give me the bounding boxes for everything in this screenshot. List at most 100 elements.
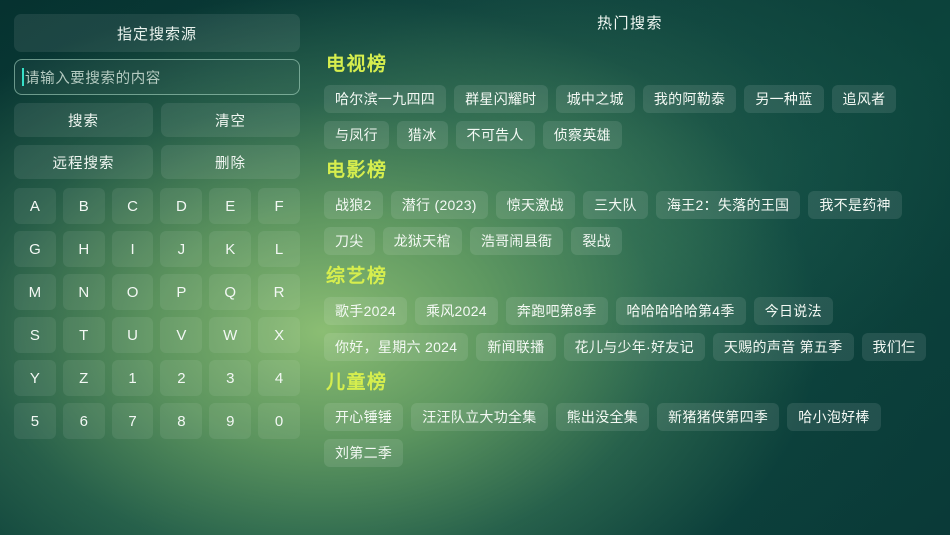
ranking-chip[interactable]: 与凤行 (324, 121, 389, 149)
remote-search-button[interactable]: 远程搜索 (14, 145, 153, 179)
ranking-chip[interactable]: 刘第二季 (324, 439, 404, 467)
key-w[interactable]: W (209, 317, 252, 353)
ranking-chip[interactable]: 新闻联播 (476, 333, 556, 361)
key-0[interactable]: 0 (258, 403, 300, 439)
key-label: U (127, 326, 138, 344)
ranking-chip[interactable]: 我们仨 (861, 333, 927, 361)
key-c[interactable]: C (111, 188, 154, 224)
key-b[interactable]: B (62, 188, 105, 224)
key-label: V (176, 326, 187, 344)
key-j[interactable]: J (160, 231, 203, 267)
ranking-section: 电视榜哈尔滨一九四四 群星闪耀时 城中之城 我的阿勒泰 另一种蓝 追风者与凤行 猎冰 不可告人… (318, 49, 942, 149)
search-panel: 指定搜索源 请输入要搜索的内容 搜索 清空 远程搜索 删除 A B C D E F G H I J… (14, 14, 300, 439)
key-label: 8 (177, 412, 186, 430)
key-q[interactable]: Q (209, 274, 252, 310)
key-m[interactable]: M (14, 274, 56, 310)
ranking-chip[interactable]: 追风者 (831, 85, 897, 113)
ranking-chip[interactable]: 三大队 (582, 191, 648, 219)
key-d[interactable]: D (160, 188, 203, 224)
key-6[interactable]: 6 (62, 403, 105, 439)
key-a[interactable]: A (14, 188, 56, 224)
ranking-chip[interactable]: 浩哥闹县衙 (469, 227, 564, 255)
key-x[interactable]: X (258, 317, 300, 353)
delete-button[interactable]: 删除 (161, 145, 300, 179)
ranking-chip[interactable]: 惊天激战 (495, 191, 575, 219)
ranking-chip[interactable]: 战狼2 (324, 191, 383, 219)
ranking-chip[interactable]: 奔跑吧第8季 (505, 297, 608, 325)
key-l[interactable]: L (258, 231, 300, 267)
key-s[interactable]: S (14, 317, 56, 353)
key-label: 5 (30, 412, 40, 430)
ranking-chip[interactable]: 裂战 (571, 227, 622, 255)
key-p[interactable]: P (160, 274, 203, 310)
key-v[interactable]: V (160, 317, 203, 353)
key-k[interactable]: K (209, 231, 252, 267)
key-label: H (78, 240, 90, 258)
key-label: P (176, 283, 187, 301)
ranking-chip[interactable]: 龙狱天棺 (382, 227, 462, 255)
key-label: 2 (177, 369, 186, 387)
ranking-chip-list: 哈尔滨一九四四 群星闪耀时 城中之城 我的阿勒泰 另一种蓝 追风者与凤行 猎冰 不可告人 侦察英… (318, 85, 942, 149)
ranking-chip[interactable]: 哈小泡好棒 (787, 403, 881, 431)
ranking-chip[interactable]: 新猪猪侠第四季 (657, 403, 780, 431)
ranking-chip[interactable]: 我的阿勒泰 (642, 85, 737, 113)
key-e[interactable]: E (209, 188, 252, 224)
key-n[interactable]: N (62, 274, 105, 310)
ranking-chip[interactable]: 开心锤锤 (324, 403, 404, 431)
remote-search-button-label: 远程搜索 (52, 155, 115, 172)
ranking-chip[interactable]: 乘风2024 (414, 297, 498, 325)
ranking-chip[interactable]: 歌手2024 (324, 297, 407, 325)
key-g[interactable]: G (14, 231, 56, 267)
key-9[interactable]: 9 (209, 403, 252, 439)
key-label: N (78, 283, 90, 301)
ranking-chip[interactable]: 哈尔滨一九四四 (324, 85, 447, 113)
key-y[interactable]: Y (14, 360, 56, 396)
key-4[interactable]: 4 (258, 360, 300, 396)
ranking-chip[interactable]: 另一种蓝 (744, 85, 824, 113)
key-f[interactable]: F (258, 188, 300, 224)
source-header-label: 指定搜索源 (116, 25, 197, 43)
key-5[interactable]: 5 (14, 403, 56, 439)
key-1[interactable]: 1 (111, 360, 154, 396)
ranking-chip[interactable]: 天赐的声音 第五季 (712, 333, 854, 361)
clear-button[interactable]: 清空 (161, 103, 300, 137)
key-u[interactable]: U (111, 317, 154, 353)
ranking-chip[interactable]: 海王2：失落的王国 (655, 191, 801, 219)
ranking-chip[interactable]: 我不是药神 (808, 191, 902, 219)
key-z[interactable]: Z (62, 360, 105, 396)
key-label: 0 (274, 412, 284, 430)
ranking-chip[interactable]: 花儿与少年·好友记 (563, 333, 705, 361)
source-header[interactable]: 指定搜索源 (14, 14, 300, 52)
ranking-chip[interactable]: 哈哈哈哈哈第4季 (615, 297, 746, 325)
ranking-chip[interactable]: 潜行 (2023) (390, 191, 488, 219)
ranking-chip[interactable]: 侦察英雄 (542, 121, 622, 149)
ranking-chip[interactable]: 不可告人 (455, 121, 535, 149)
key-label: X (274, 326, 285, 344)
ranking-chip[interactable]: 群星闪耀时 (454, 85, 548, 113)
ranking-chip[interactable]: 刀尖 (324, 227, 375, 255)
key-2[interactable]: 2 (160, 360, 203, 396)
key-label: W (223, 326, 238, 344)
key-label: M (28, 283, 42, 301)
key-label: E (225, 197, 236, 215)
ranking-chip[interactable]: 汪汪队立大功全集 (411, 403, 548, 431)
ranking-chip[interactable]: 城中之城 (555, 85, 635, 113)
ranking-chip-list: 歌手2024 乘风2024 奔跑吧第8季 哈哈哈哈哈第4季 今日说法你好，星期六 202… (318, 297, 942, 361)
key-label: 4 (274, 369, 284, 387)
key-o[interactable]: O (111, 274, 154, 310)
ranking-section-title: 电视榜 (326, 54, 388, 75)
ranking-chip[interactable]: 今日说法 (753, 297, 833, 325)
ranking-chip[interactable]: 猎冰 (396, 121, 448, 149)
search-button[interactable]: 搜索 (14, 103, 153, 137)
ranking-chip[interactable]: 熊出没全集 (555, 403, 650, 431)
search-input[interactable]: 请输入要搜索的内容 (14, 59, 300, 95)
key-h[interactable]: H (62, 231, 105, 267)
key-8[interactable]: 8 (160, 403, 203, 439)
key-3[interactable]: 3 (209, 360, 252, 396)
key-t[interactable]: T (62, 317, 105, 353)
key-i[interactable]: I (111, 231, 154, 267)
key-r[interactable]: R (258, 274, 300, 310)
key-7[interactable]: 7 (111, 403, 154, 439)
ranking-chip[interactable]: 你好，星期六 2024 (324, 333, 469, 361)
on-screen-keyboard: A B C D E F G H I J K L M N O P Q R S T U V W X Y Z 1 2 3 4 5 6 7 8 9 0 (14, 188, 300, 439)
